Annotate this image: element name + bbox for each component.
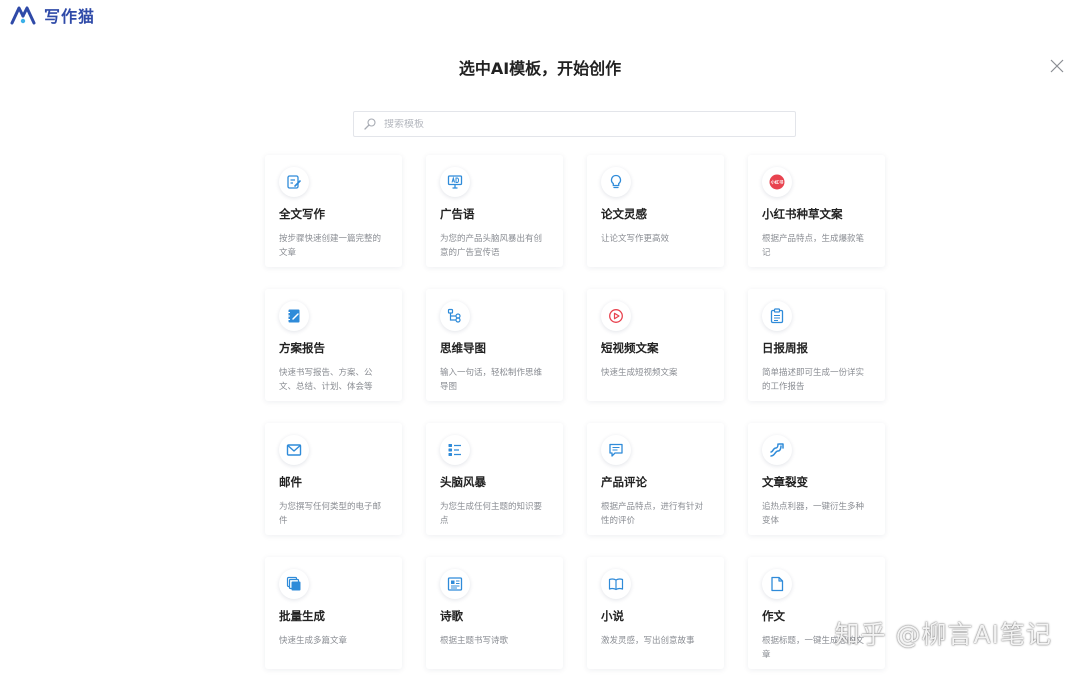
template-name: 方案报告 xyxy=(279,341,325,355)
template-name: 批量生成 xyxy=(279,609,325,623)
template-card-full-article[interactable]: 全文写作 按步骤快速创建一篇完整的文章 xyxy=(265,155,402,267)
template-name: 诗歌 xyxy=(440,609,463,623)
template-card-brainstorm[interactable]: 头脑风暴 为您生成任何主题的知识要点 xyxy=(426,423,563,535)
lightbulb-icon xyxy=(610,174,622,189)
template-card-xiaohongshu[interactable]: 小红书 小红书种草文案 根据产品特点，生成爆款笔记 xyxy=(748,155,885,267)
template-name: 短视频文案 xyxy=(601,341,659,355)
template-name: 广告语 xyxy=(440,207,475,221)
template-desc: 根据产品特点，进行有针对性的评价 xyxy=(601,502,704,526)
template-name: 文章裂变 xyxy=(762,475,808,489)
template-card-composition[interactable]: 作文 根据标题，一键生成您的文章 xyxy=(748,557,885,669)
split-arrow-icon xyxy=(770,443,784,457)
template-card-slogan[interactable]: 广告语 为您的产品头脑风暴出有创意的广告宣传语 xyxy=(426,155,563,267)
template-desc: 为您的产品头脑风暴出有创意的广告宣传语 xyxy=(440,234,543,258)
search-box[interactable] xyxy=(353,111,796,137)
mindmap-icon xyxy=(447,308,461,323)
template-card-daily-weekly-report[interactable]: 日报周报 简单描述即可生成一份详实的工作报告 xyxy=(748,289,885,401)
template-desc: 按步骤快速创建一篇完整的文章 xyxy=(279,234,382,258)
template-card-poetry[interactable]: 诗歌 根据主题书写诗歌 xyxy=(426,557,563,669)
template-card-thesis-inspiration[interactable]: 论文灵感 让论文写作更高效 xyxy=(587,155,724,267)
watermark: 知乎 @柳言AI笔记 xyxy=(834,620,1052,649)
template-card-short-video[interactable]: 短视频文案 快速生成短视频文案 xyxy=(587,289,724,401)
template-desc: 简单描述即可生成一份详实的工作报告 xyxy=(762,368,865,392)
template-grid: 全文写作 按步骤快速创建一篇完整的文章 广告语 为您的产品头脑风暴出有创意的广告… xyxy=(265,155,885,669)
search-icon xyxy=(364,118,376,130)
mail-icon xyxy=(286,444,302,456)
template-desc: 让论文写作更高效 xyxy=(601,234,670,244)
template-name: 全文写作 xyxy=(279,207,325,221)
edit-icon xyxy=(287,175,301,189)
book-icon xyxy=(608,578,624,591)
play-video-icon xyxy=(609,309,623,323)
template-card-batch-generate[interactable]: 批量生成 快速生成多篇文章 xyxy=(265,557,402,669)
template-card-proposal-report[interactable]: 方案报告 快速书写报告、方案、公文、总结、计划、体会等 xyxy=(265,289,402,401)
template-name: 头脑风暴 xyxy=(440,475,486,489)
ad-billboard-icon xyxy=(447,175,463,189)
template-desc: 快速生成短视频文案 xyxy=(601,368,678,378)
stack-pages-icon xyxy=(286,576,301,591)
template-card-mind-map[interactable]: 思维导图 输入一句话，轻松制作思维导图 xyxy=(426,289,563,401)
template-name: 小红书种草文案 xyxy=(762,207,843,221)
notebook-icon xyxy=(287,309,300,323)
template-card-product-review[interactable]: 产品评论 根据产品特点，进行有针对性的评价 xyxy=(587,423,724,535)
template-desc: 根据主题书写诗歌 xyxy=(440,636,509,646)
dialog-title: 选中AI模板，开始创作 xyxy=(458,59,622,78)
app-logo[interactable]: 写作猫 xyxy=(10,4,95,26)
xiaohongshu-icon: 小红书 xyxy=(769,174,785,190)
comment-icon xyxy=(609,443,623,457)
template-desc: 追热点利器，一键衍生多种变体 xyxy=(762,502,865,526)
template-desc: 根据产品特点，生成爆款笔记 xyxy=(762,234,865,258)
template-desc: 输入一句话，轻松制作思维导图 xyxy=(440,368,543,392)
template-name: 日报周报 xyxy=(762,341,808,355)
template-desc: 为您生成任何主题的知识要点 xyxy=(440,502,543,526)
template-name: 产品评论 xyxy=(601,475,647,489)
logo-text: 写作猫 xyxy=(44,7,96,26)
template-name: 论文灵感 xyxy=(601,207,647,221)
logo-mark-icon xyxy=(10,6,36,25)
clipboard-icon xyxy=(770,308,784,324)
template-name: 小说 xyxy=(601,609,624,623)
newspaper-icon xyxy=(447,577,463,591)
template-desc: 快速书写报告、方案、公文、总结、计划、体会等 xyxy=(279,368,373,392)
list-icon xyxy=(448,444,461,456)
template-name: 思维导图 xyxy=(440,341,486,355)
xiaohongshu-badge-text: 小红书 xyxy=(771,179,784,186)
document-icon xyxy=(771,576,784,592)
search-input[interactable] xyxy=(384,118,764,130)
template-card-email[interactable]: 邮件 为您撰写任何类型的电子邮件 xyxy=(265,423,402,535)
template-card-novel[interactable]: 小说 激发灵感，写出创意故事 xyxy=(587,557,724,669)
template-desc: 激发灵感，写出创意故事 xyxy=(601,636,695,646)
template-name: 邮件 xyxy=(279,475,302,489)
template-desc: 为您撰写任何类型的电子邮件 xyxy=(279,502,382,526)
template-desc: 快速生成多篇文章 xyxy=(279,636,348,646)
template-card-article-fission[interactable]: 文章裂变 追热点利器，一键衍生多种变体 xyxy=(748,423,885,535)
